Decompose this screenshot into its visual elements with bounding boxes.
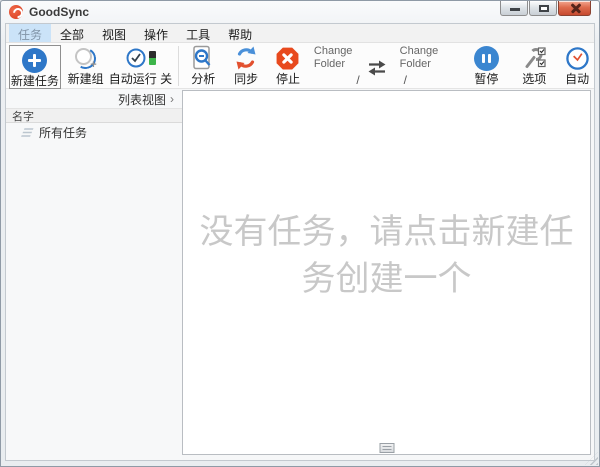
swap-direction-button[interactable] bbox=[365, 58, 389, 78]
goodsync-window: GoodSync 任务 全部 视图 操作 工具 帮助 新建任务 + 新建组 自动… bbox=[0, 0, 600, 467]
pause-icon bbox=[473, 45, 499, 71]
content-area: 列表视图 › 名字 所有任务 没有任务，请点击新建任 务创建一个 bbox=[6, 90, 594, 460]
minimize-icon bbox=[510, 8, 520, 11]
window-title: GoodSync bbox=[29, 5, 90, 19]
pause-label: 暂停 bbox=[474, 72, 499, 86]
window-controls bbox=[499, 1, 591, 16]
all-tasks-label: 所有任务 bbox=[39, 125, 88, 140]
swap-arrows-icon bbox=[368, 60, 386, 76]
name-column-header[interactable]: 名字 bbox=[6, 108, 182, 123]
autorun-switch-icon bbox=[148, 51, 156, 65]
new-task-button[interactable]: 新建任务 bbox=[9, 45, 61, 89]
view-switcher-label: 列表视图 bbox=[117, 92, 166, 107]
sidebar-item-all-tasks[interactable]: 所有任务 bbox=[6, 123, 182, 141]
chevron-right-icon: › bbox=[170, 92, 174, 106]
view-switcher[interactable]: 列表视图 › bbox=[6, 90, 182, 108]
sync-button[interactable]: 同步 bbox=[229, 45, 263, 86]
left-change-folder[interactable]: Change Folder / bbox=[314, 45, 364, 87]
right-change-folder-label: Change Folder bbox=[399, 45, 439, 70]
menu-tools[interactable]: 工具 bbox=[177, 24, 219, 42]
menu-tasks[interactable]: 任务 bbox=[9, 24, 52, 42]
menu-bar: 任务 全部 视图 操作 工具 帮助 bbox=[6, 24, 594, 43]
client-area: 任务 全部 视图 操作 工具 帮助 新建任务 + 新建组 自动运行 关 分析 同… bbox=[5, 23, 595, 461]
minimize-button[interactable] bbox=[500, 1, 528, 16]
autorun-toggle-button[interactable]: 自动运行 关 bbox=[109, 45, 173, 86]
new-group-label: 新建组 bbox=[67, 72, 104, 86]
stop-label: 停止 bbox=[275, 72, 300, 86]
close-button[interactable] bbox=[558, 1, 591, 16]
sync-label: 同步 bbox=[234, 72, 259, 86]
sync-icon bbox=[236, 46, 256, 70]
menu-actions[interactable]: 操作 bbox=[135, 24, 177, 42]
autorun-clock-icon bbox=[126, 48, 146, 68]
menu-all[interactable]: 全部 bbox=[51, 24, 93, 42]
right-change-folder[interactable]: Change Folder / bbox=[400, 45, 450, 87]
auto-clock-icon bbox=[565, 46, 589, 70]
pause-button[interactable]: 暂停 bbox=[469, 45, 503, 86]
maximize-icon bbox=[539, 5, 549, 12]
analyze-icon bbox=[193, 45, 211, 70]
analyze-button[interactable]: 分析 bbox=[186, 45, 220, 86]
menu-view[interactable]: 视图 bbox=[93, 24, 135, 42]
left-folder-path[interactable]: / bbox=[356, 73, 359, 87]
empty-state-message: 没有任务，请点击新建任 务创建一个 bbox=[199, 214, 574, 298]
toolbar-separator bbox=[178, 46, 180, 86]
plus-circle-icon bbox=[22, 47, 48, 73]
auto-label: 自动 bbox=[565, 72, 590, 86]
left-change-folder-label: Change Folder bbox=[313, 45, 353, 70]
all-tasks-icon bbox=[21, 127, 34, 137]
new-task-label: 新建任务 bbox=[10, 74, 59, 88]
task-list-panel[interactable]: 没有任务，请点击新建任 务创建一个 bbox=[182, 90, 591, 455]
new-group-button[interactable]: + 新建组 bbox=[65, 45, 107, 86]
menu-help[interactable]: 帮助 bbox=[219, 24, 261, 42]
title-bar[interactable]: GoodSync bbox=[1, 1, 599, 23]
options-label: 选项 bbox=[522, 72, 547, 86]
maximize-button[interactable] bbox=[529, 1, 557, 16]
bottom-panel-grip[interactable] bbox=[379, 443, 394, 453]
stop-button[interactable]: 停止 bbox=[271, 45, 305, 86]
sidebar: 列表视图 › 名字 所有任务 bbox=[6, 90, 182, 460]
autorun-label: 自动运行 关 bbox=[108, 72, 173, 86]
new-group-icon: + bbox=[74, 46, 98, 71]
right-folder-path[interactable]: / bbox=[404, 73, 407, 87]
toolbar: 新建任务 + 新建组 自动运行 关 分析 同步 停止 Change Folder… bbox=[6, 43, 594, 89]
analyze-label: 分析 bbox=[191, 72, 216, 86]
options-button[interactable]: 选项 bbox=[515, 45, 553, 86]
stop-icon bbox=[277, 47, 299, 69]
options-wrench-icon bbox=[525, 47, 546, 68]
auto-button[interactable]: 自动 bbox=[560, 45, 594, 86]
goodsync-logo-icon bbox=[9, 5, 23, 19]
